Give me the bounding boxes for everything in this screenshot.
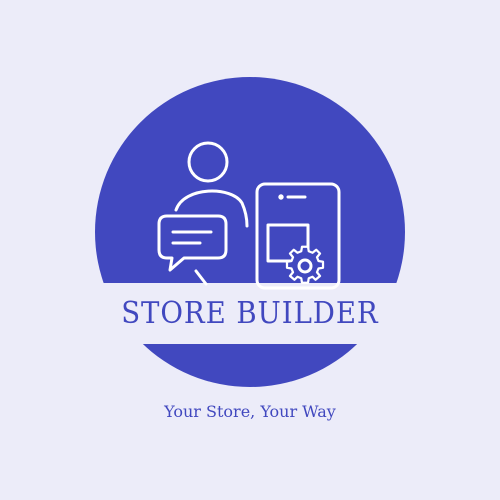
- brand-name: STORE BUILDER: [121, 295, 379, 331]
- brand-tagline: Your Store, Your Way: [164, 402, 336, 421]
- store-builder-logo-icon: [95, 77, 405, 387]
- brand-banner: STORE BUILDER: [0, 283, 500, 344]
- gear-icon: [285, 245, 325, 284]
- logo: [0, 0, 500, 500]
